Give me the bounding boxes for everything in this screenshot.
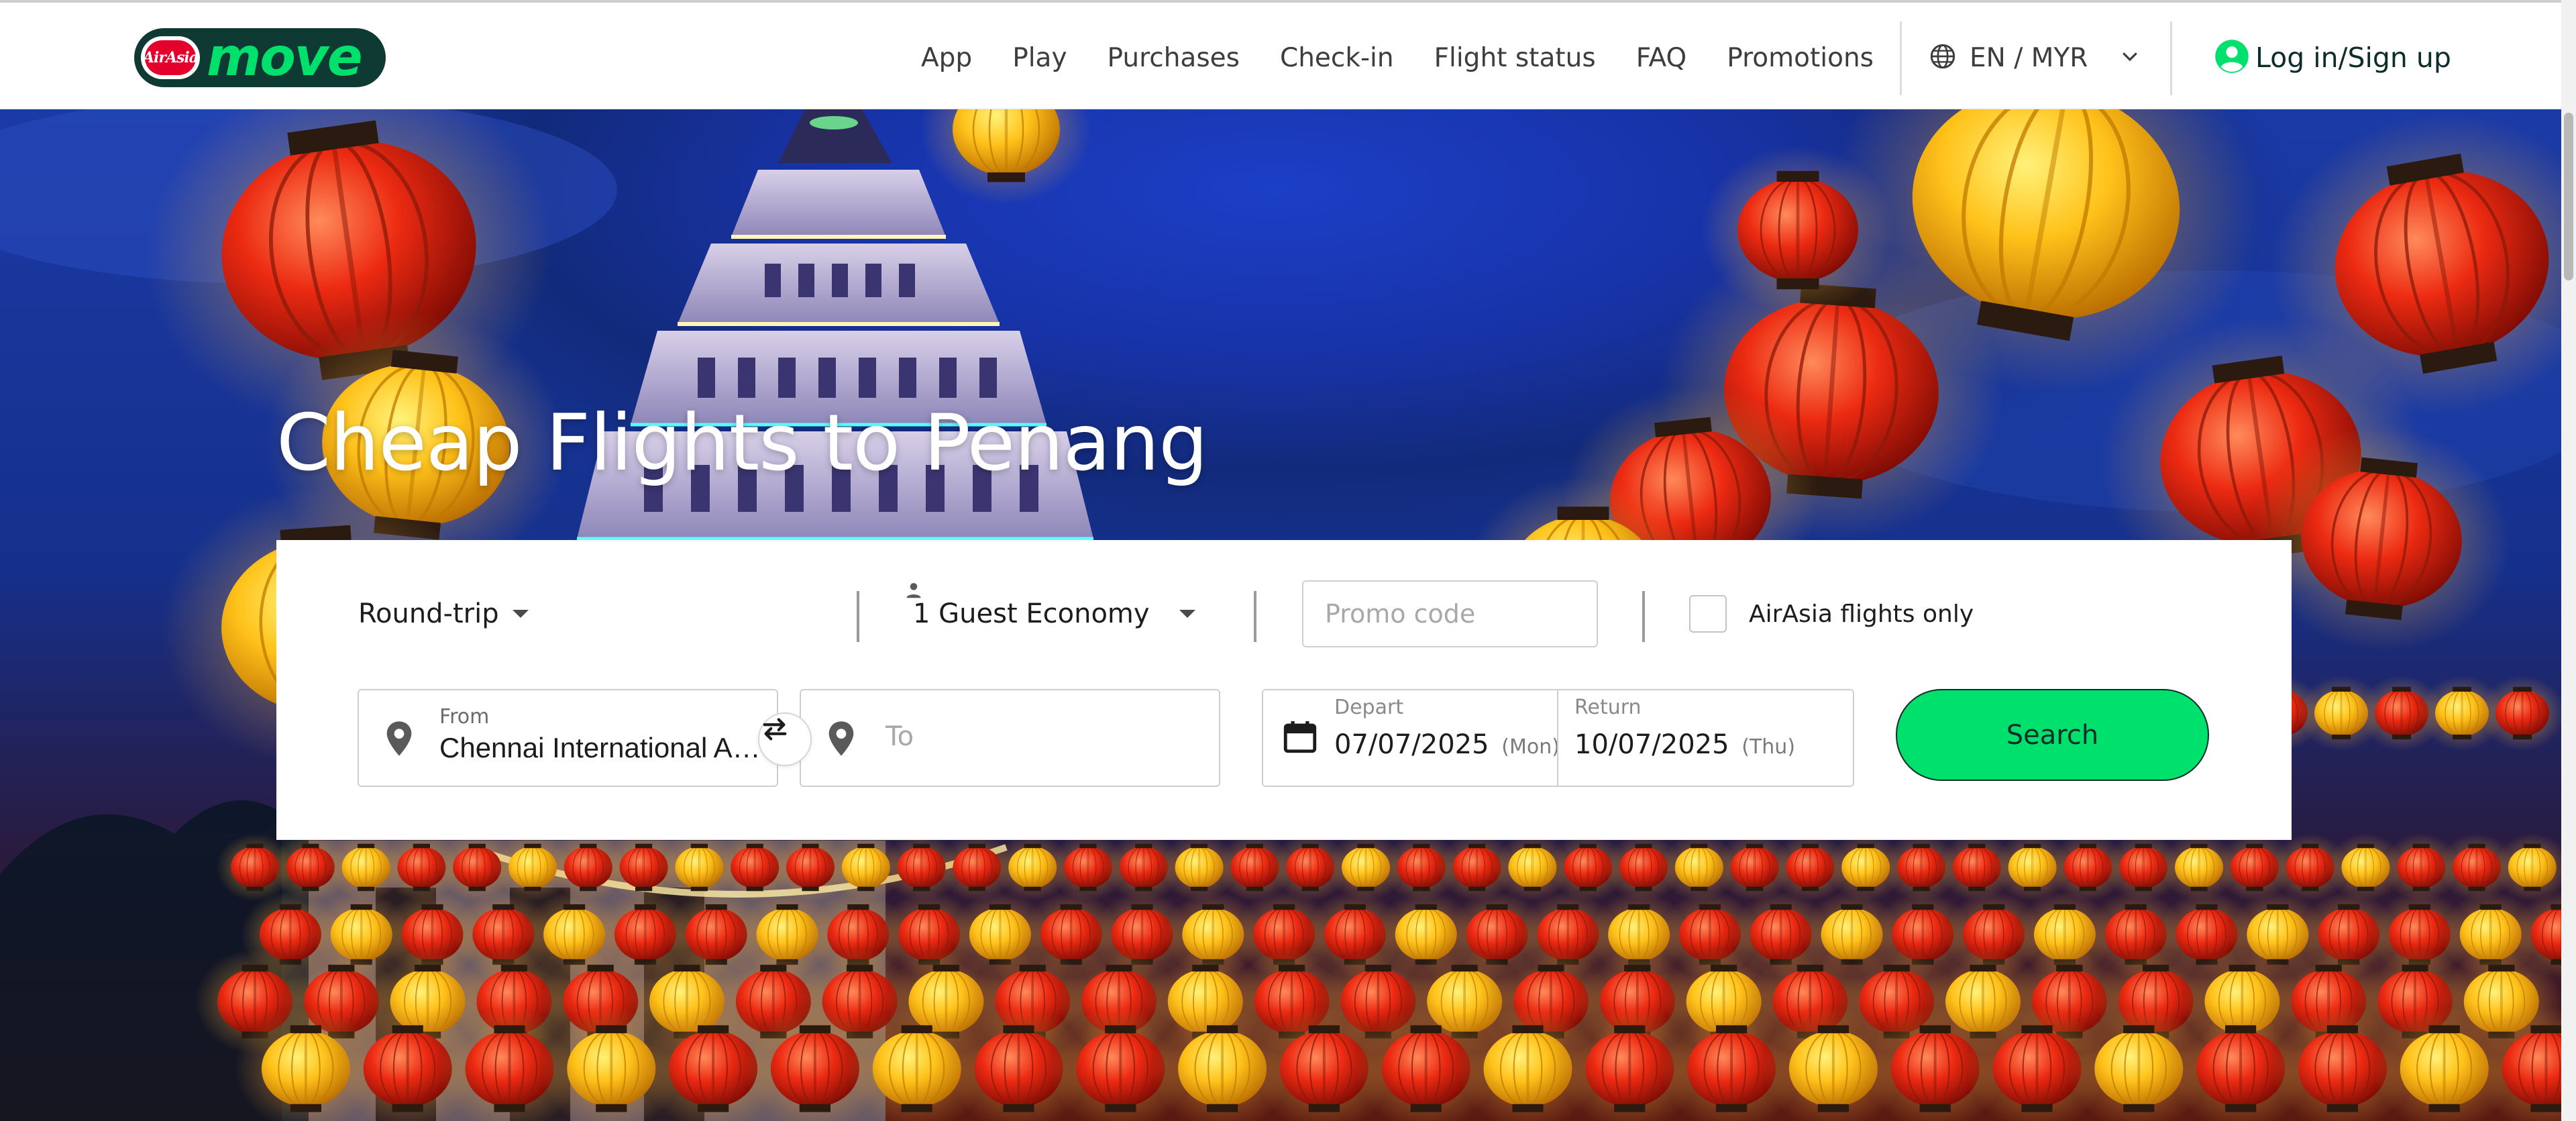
lantern (2479, 676, 2565, 751)
depart-date-field[interactable]: Depart 07/07/2025 (Mon) (1334, 690, 1560, 786)
airasia-move-logo[interactable]: AirAsia move (134, 28, 386, 87)
airasia-badge-text: AirAsia (143, 40, 199, 75)
trip-type-value: Round-trip (358, 598, 499, 629)
nav-item-check-in[interactable]: Check-in (1280, 43, 1394, 73)
return-weekday: (Thu) (1741, 735, 1796, 759)
search-options-row: Round-trip 1 Guest Economy AirAsia (358, 580, 2237, 647)
globe-icon (1929, 43, 1956, 72)
lantern (1701, 146, 1894, 315)
login-signup-label: Log in/Sign up (2255, 42, 2451, 74)
airasia-only-toggle[interactable]: AirAsia flights only (1689, 580, 1974, 647)
nav-item-purchases[interactable]: Purchases (1108, 43, 1240, 73)
promo-code-input[interactable] (1302, 580, 1598, 647)
return-label: Return (1574, 696, 1642, 719)
guest-class-dropdown[interactable]: 1 Guest Economy (904, 580, 1195, 647)
guest-class-value: 1 Guest Economy (913, 598, 1150, 629)
top-navigation-bar: AirAsia move App Play Purchases Check-in… (0, 0, 2576, 109)
move-wordmark: move (207, 28, 363, 88)
date-range-field[interactable]: Depart 07/07/2025 (Mon) Return 10/07/202… (1262, 689, 1854, 787)
origin-label: From (439, 705, 490, 729)
main-nav: App Play Purchases Check-in Flight statu… (921, 38, 1914, 78)
options-divider (857, 591, 859, 642)
scrollbar-thumb[interactable] (2564, 113, 2573, 280)
destination-placeholder: To (885, 721, 914, 752)
swap-origin-destination-button[interactable] (758, 712, 812, 766)
origin-field[interactable]: From Chennai International Airport (358, 689, 778, 787)
airasia-only-label: AirAsia flights only (1749, 600, 1974, 628)
depart-weekday: (Mon) (1501, 735, 1560, 759)
return-date-value: 10/07/2025 (Thu) (1574, 729, 1795, 760)
nav-item-promotions[interactable]: Promotions (1727, 43, 1874, 73)
destination-field[interactable]: To (800, 689, 1220, 787)
return-date-field[interactable]: Return 10/07/2025 (Thu) (1574, 690, 1849, 786)
return-date: 10/07/2025 (1574, 729, 1729, 760)
lantern (920, 109, 1092, 205)
date-divider (1557, 690, 1558, 786)
origin-value: Chennai International Airport (439, 732, 761, 763)
hero-banner: Cheap Flights to Penang Round-trip 1 Gue… (0, 109, 2576, 1121)
nav-divider (1900, 21, 1902, 95)
depart-date: 07/07/2025 (1334, 729, 1489, 760)
options-divider (1254, 591, 1256, 642)
lantern (2493, 833, 2571, 902)
options-divider (1642, 591, 1645, 642)
chevron-down-icon (2120, 46, 2140, 69)
flight-search-panel: Round-trip 1 Guest Economy AirAsia (276, 540, 2292, 840)
language-currency-selector[interactable]: EN / MYR (1929, 38, 2140, 78)
airasia-badge: AirAsia (141, 36, 200, 79)
depart-label: Depart (1334, 696, 1404, 719)
trip-type-dropdown[interactable]: Round-trip (358, 580, 529, 647)
nav-item-play[interactable]: Play (1012, 43, 1067, 73)
language-currency-label: EN / MYR (1970, 42, 2088, 73)
login-signup-button[interactable]: Log in/Sign up (2214, 38, 2451, 78)
nav-item-flight-status[interactable]: Flight status (1434, 43, 1596, 73)
caret-down-icon (1179, 610, 1195, 618)
nav-item-app[interactable]: App (921, 43, 972, 73)
user-circle-icon (2214, 38, 2250, 77)
nav-divider (2170, 21, 2172, 95)
airasia-only-checkbox[interactable] (1689, 595, 1727, 633)
page-title: Cheap Flights to Penang (276, 398, 1208, 488)
search-flights-button[interactable]: Search (1896, 689, 2209, 781)
nav-item-faq[interactable]: FAQ (1636, 43, 1687, 73)
caret-down-icon (512, 610, 529, 618)
depart-date-value: 07/07/2025 (Mon) (1334, 729, 1560, 760)
